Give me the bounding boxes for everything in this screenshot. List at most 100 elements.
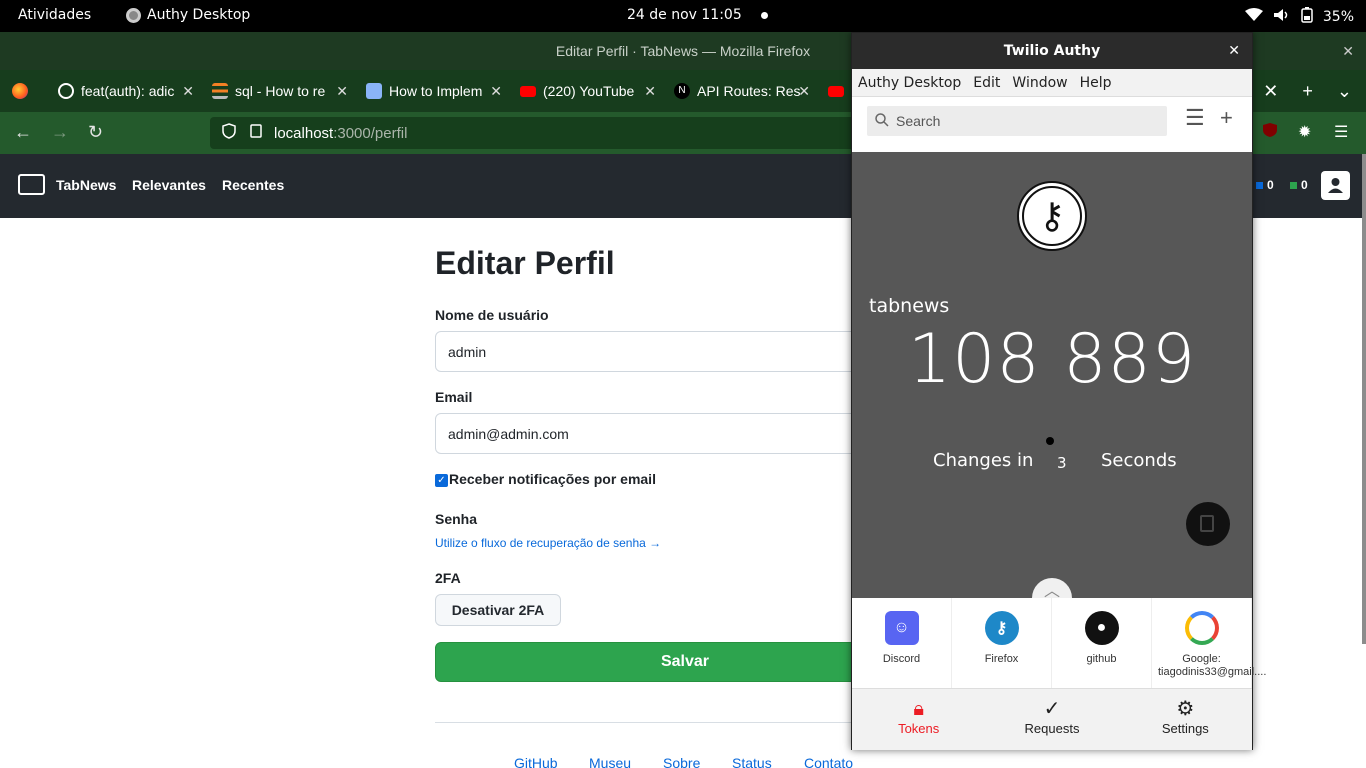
close-icon[interactable]: ✕ — [1342, 32, 1354, 70]
close-icon[interactable]: ✕ — [1228, 33, 1240, 69]
accounts-bar: ☺ Discord ⚷ Firefox ● github Google: tia… — [852, 598, 1267, 688]
app-menu-label: Authy Desktop — [147, 7, 251, 23]
tab-title: API Routes: Res — [697, 83, 801, 99]
back-icon[interactable]: ← — [14, 122, 32, 143]
account-label: Google: tiagodinis33@gmail.... — [1158, 653, 1267, 678]
scrollbar[interactable] — [1362, 154, 1366, 644]
twofa-label: 2FA — [435, 570, 461, 586]
forward-icon[interactable]: → — [51, 122, 69, 143]
browser-tab[interactable]: (220) YouTube ✕ — [510, 70, 664, 112]
key-icon: ⚷ — [984, 611, 1019, 645]
authy-window-title: Twilio Authy — [1003, 43, 1101, 59]
countdown-seconds: 3 — [1057, 454, 1067, 472]
brand-link[interactable]: TabNews — [56, 177, 116, 193]
close-tab-icon[interactable]: ✕ — [336, 83, 348, 100]
system-tray[interactable]: 35% — [1244, 7, 1354, 27]
app-menu[interactable]: Authy Desktop — [126, 7, 250, 23]
search-input[interactable]: Search — [867, 106, 1167, 136]
check-circle-icon: ✓ — [1043, 698, 1061, 720]
tabcash-counter[interactable]: 0 — [1290, 178, 1308, 192]
firefox-icon[interactable] — [12, 83, 28, 99]
list-view-icon[interactable]: ☰ — [1185, 105, 1205, 131]
menu-authy-desktop[interactable]: Authy Desktop — [858, 75, 961, 91]
authy-menu-bar: Authy Desktop Edit Window Help — [852, 69, 1252, 97]
chevron-down-icon[interactable]: ⌄ — [1337, 81, 1352, 102]
hamburger-menu-icon[interactable]: ☰ — [1334, 122, 1348, 142]
notify-checkbox[interactable]: ✓ — [435, 474, 448, 487]
account-label: Discord — [882, 653, 921, 665]
account-tile-github[interactable]: ● github — [1052, 598, 1152, 688]
search-placeholder: Search — [896, 113, 941, 129]
tabcoins-counter[interactable]: 0 — [1256, 178, 1274, 192]
tab-tokens-label: Tokens — [898, 721, 940, 736]
authy-search-row: Search ☰ + — [852, 97, 1252, 143]
browser-tab[interactable]: sql - How to re ✕ — [202, 70, 356, 112]
token-name: tabnews — [869, 295, 950, 317]
authy-title-bar: Twilio Authy ✕ — [852, 33, 1252, 69]
menu-window[interactable]: Window — [1012, 75, 1067, 91]
system-top-bar: Atividades Authy Desktop 24 de nov 11:05… — [0, 0, 1366, 32]
extension-icon[interactable]: ✹ — [1298, 122, 1311, 142]
notify-label[interactable]: Receber notificações por email — [449, 471, 656, 487]
url-path: :3000/perfil — [333, 124, 408, 142]
copy-button[interactable] — [1186, 502, 1230, 546]
tabnews-logo-icon[interactable] — [18, 174, 45, 195]
account-tile-firefox[interactable]: ⚷ Firefox — [952, 598, 1052, 688]
shield-icon[interactable] — [222, 123, 236, 143]
close-tab-icon[interactable]: ✕ — [644, 83, 656, 100]
tab-strip-controls: ✕ + ⌄ — [1263, 70, 1366, 112]
firefox-window-title: Editar Perfil · TabNews — Mozilla Firefo… — [555, 43, 811, 59]
new-tab-icon[interactable]: + — [1302, 81, 1313, 102]
nextjs-icon: N — [674, 83, 690, 99]
page-title: Editar Perfil — [435, 245, 615, 281]
password-label: Senha — [435, 511, 478, 527]
footer-link-contato[interactable]: Contato — [804, 755, 853, 768]
lock-icon: 🔒︎ — [913, 698, 924, 720]
account-label: github — [1086, 653, 1117, 665]
countdown-timer-icon — [1046, 437, 1054, 445]
reload-icon[interactable]: ↻ — [88, 122, 103, 143]
authy-bottom-nav: 🔒︎ Tokens ✓ Requests ⚙ Settings — [852, 688, 1252, 750]
tab-requests-label: Requests — [1024, 721, 1080, 736]
footer-link-museu[interactable]: Museu — [589, 755, 631, 768]
account-tile-discord[interactable]: ☺ Discord — [852, 598, 952, 688]
monitor-icon — [366, 83, 382, 99]
tab-title: (220) YouTube — [543, 83, 635, 99]
ublock-icon[interactable] — [1262, 122, 1278, 143]
recovery-link[interactable]: Utilize o fluxo de recuperação de senha … — [435, 536, 661, 550]
tabcash-value: 0 — [1301, 178, 1308, 192]
tab-settings[interactable]: ⚙ Settings — [1119, 689, 1252, 750]
disable-2fa-button[interactable]: Desativar 2FA — [435, 594, 561, 626]
footer-link-github[interactable]: GitHub — [514, 755, 558, 768]
browser-tab[interactable]: feat(auth): adic ✕ — [48, 70, 202, 112]
nav-relevantes[interactable]: Relevantes — [132, 177, 206, 193]
add-account-icon[interactable]: + — [1220, 105, 1233, 131]
menu-edit[interactable]: Edit — [973, 75, 1000, 91]
tab-tokens[interactable]: 🔒︎ Tokens — [852, 689, 985, 750]
close-tab-icon[interactable]: ✕ — [182, 83, 194, 100]
clock[interactable]: 24 de nov 11:05 — [627, 7, 742, 23]
stackoverflow-icon — [212, 83, 228, 99]
avatar[interactable] — [1321, 171, 1350, 200]
browser-tab[interactable]: How to Implem ✕ — [356, 70, 510, 112]
tabcoins-value: 0 — [1267, 178, 1274, 192]
menu-help[interactable]: Help — [1080, 75, 1112, 91]
url-bar[interactable]: localhost:3000/perfil — [210, 117, 870, 149]
close-tab-icon[interactable]: ✕ — [798, 83, 810, 100]
close-tab-icon[interactable]: ✕ — [1263, 81, 1278, 102]
key-icon: ⚷ — [1017, 181, 1087, 251]
tab-requests[interactable]: ✓ Requests — [985, 689, 1118, 750]
account-tile-google[interactable]: Google: tiagodinis33@gmail.... — [1152, 598, 1267, 688]
browser-tab[interactable]: N API Routes: Res ✕ — [664, 70, 818, 112]
close-tab-icon[interactable]: ✕ — [490, 83, 502, 100]
nav-recentes[interactable]: Recentes — [222, 177, 284, 193]
battery-icon — [1301, 7, 1313, 27]
discord-icon: ☺ — [884, 611, 919, 645]
footer-link-sobre[interactable]: Sobre — [663, 755, 700, 768]
footer-link-status[interactable]: Status — [732, 755, 772, 768]
token-code[interactable]: 108 889 — [852, 320, 1252, 399]
tab-title: feat(auth): adic — [81, 83, 175, 99]
activities-button[interactable]: Atividades — [18, 7, 91, 23]
tab-settings-label: Settings — [1161, 721, 1209, 736]
authy-app-icon — [126, 7, 141, 23]
